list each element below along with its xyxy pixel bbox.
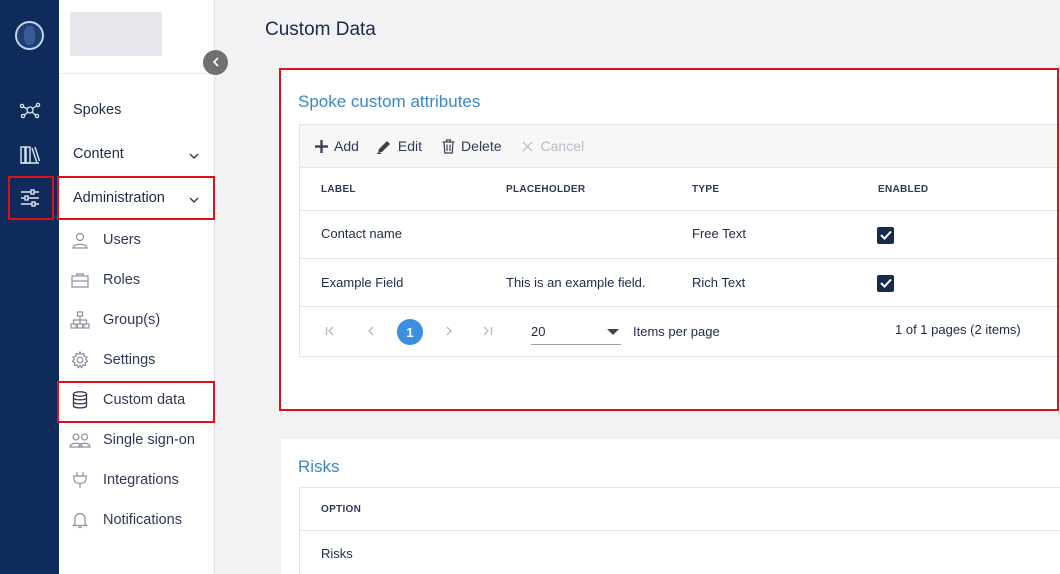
collapse-sidebar-button[interactable] [203, 50, 228, 75]
cell-option: Risks [321, 546, 353, 561]
sidebar-item-integrations[interactable]: Integrations [69, 469, 179, 491]
chevron-down-icon [189, 148, 199, 164]
briefcase-icon [69, 270, 91, 290]
page-title: Custom Data [265, 19, 376, 40]
users-icon [69, 430, 91, 450]
sidebar-item-groups[interactable]: Group(s) [69, 309, 160, 331]
section-title: Risks [298, 457, 340, 476]
brand-logo-placeholder [70, 12, 162, 56]
sidebar-item-label: Group(s) [103, 312, 161, 328]
plug-icon [69, 470, 91, 490]
column-header-option[interactable]: OPTION [321, 504, 361, 515]
custom-data-highlight-box [57, 381, 215, 423]
divider [300, 530, 1060, 531]
sidebar-item-label: Users [103, 232, 141, 248]
hierarchy-icon [69, 310, 91, 330]
sidebar-item-label: Integrations [103, 472, 179, 488]
risks-card: Risks OPTION Risks [281, 439, 1060, 574]
sidebar-item-single-sign-on[interactable]: Single sign-on [69, 429, 195, 451]
sidebar-item-label: Single sign-on [103, 432, 195, 448]
sidebar-item-settings[interactable]: Settings [69, 349, 155, 371]
card-highlight-box [279, 68, 1059, 411]
sidebar-item-label: Notifications [103, 512, 182, 528]
rail-highlight-box [8, 176, 54, 220]
sidebar-item-spokes[interactable]: Spokes [73, 100, 213, 120]
sidebar-item-content[interactable]: Content [73, 144, 213, 164]
risks-grid: OPTION Risks [299, 487, 1060, 574]
sidebar-item-label: Roles [103, 272, 141, 288]
icon-rail [0, 0, 59, 574]
network-icon[interactable] [0, 90, 59, 130]
sidebar-item-label: Spokes [73, 102, 122, 118]
sidebar: Spokes Content Administration Users Role… [59, 0, 215, 574]
administration-highlight-box [57, 176, 215, 220]
sidebar-item-notifications[interactable]: Notifications [69, 509, 182, 531]
library-icon[interactable] [0, 135, 59, 175]
sidebar-item-label: Content [73, 146, 124, 162]
sidebar-item-label: Settings [103, 352, 156, 368]
app-logo[interactable] [15, 21, 44, 50]
gear-icon [69, 350, 91, 370]
chevron-left-icon [212, 54, 220, 72]
bell-icon [69, 510, 91, 530]
user-icon [69, 230, 91, 250]
sidebar-item-users[interactable]: Users [69, 229, 141, 251]
divider [59, 73, 215, 74]
sidebar-item-roles[interactable]: Roles [69, 269, 140, 291]
